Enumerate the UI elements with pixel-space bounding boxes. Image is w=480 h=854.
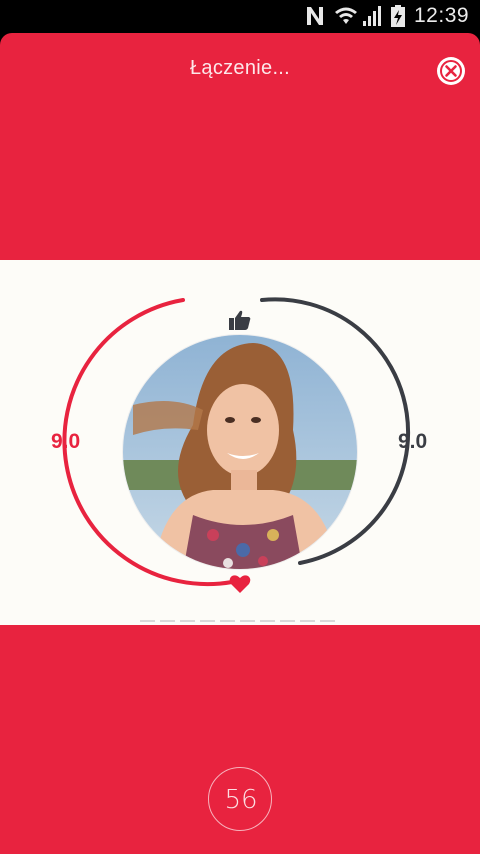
wifi-icon: [335, 7, 357, 24]
progress-dash: [200, 620, 215, 622]
battery-icon: [391, 5, 405, 27]
matching-card: Łączenie... 9.0 9.0 56: [0, 33, 480, 854]
progress-dash: [320, 620, 335, 622]
progress-dash: [240, 620, 255, 622]
profile-photo: [122, 334, 358, 570]
match-panel: 9.0 9.0: [0, 260, 480, 625]
progress-dash: [300, 620, 315, 622]
screen: 12:39 Łączenie... 9.0 9.0 56: [0, 0, 480, 854]
nfc-icon: [307, 7, 323, 25]
clock: 12:39: [414, 4, 470, 27]
close-icon: [440, 60, 462, 82]
status-bar: 12:39: [0, 0, 480, 33]
thumbs-up-icon: [229, 310, 251, 330]
countdown-value: 56: [224, 785, 258, 815]
progress-dash: [260, 620, 275, 622]
countdown-timer: 56: [208, 767, 272, 831]
heart-icon: [229, 575, 251, 593]
close-button[interactable]: [437, 57, 465, 85]
progress-dash: [220, 620, 235, 622]
progress-dash: [140, 620, 155, 622]
page-title: Łączenie...: [189, 57, 291, 79]
right-score: 9.0: [398, 430, 428, 453]
progress-dash: [180, 620, 195, 622]
signal-icon: [363, 6, 381, 26]
progress-dash: [280, 620, 295, 622]
left-score: 9.0: [51, 430, 81, 453]
match-progress-dashes: [140, 620, 340, 624]
progress-dash: [160, 620, 175, 622]
